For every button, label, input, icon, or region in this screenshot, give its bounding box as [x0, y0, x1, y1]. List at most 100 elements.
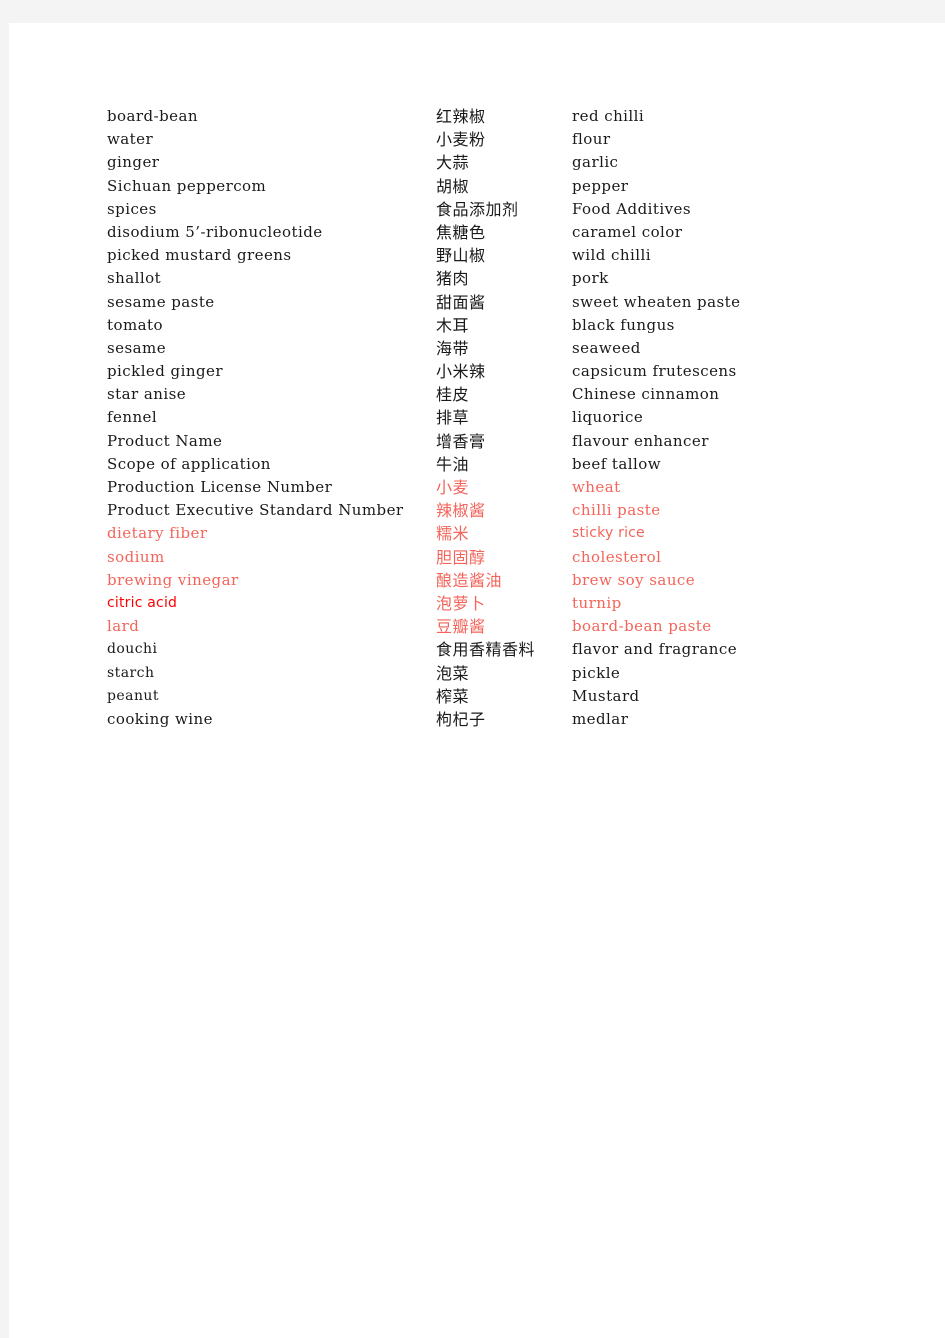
- glossary-term-english: flavour enhancer: [572, 431, 709, 450]
- glossary-row: pickled ginger 小米辣 capsicum frutescens: [98, 360, 898, 383]
- glossary-term-chinese: 小米辣: [436, 362, 486, 382]
- glossary-term-source: spices: [107, 199, 157, 218]
- glossary-term-source: Sichuan peppercom: [107, 176, 267, 195]
- glossary-row: starch 泡菜 pickle: [98, 662, 898, 685]
- glossary-term-english: seaweed: [572, 338, 641, 357]
- glossary-term-chinese: 胆固醇: [436, 547, 486, 567]
- glossary-term-english: Mustard: [572, 686, 640, 705]
- glossary-term-chinese: 枸杞子: [436, 709, 486, 729]
- glossary-term-english: capsicum frutescens: [572, 362, 737, 381]
- glossary-term-chinese: 榨菜: [436, 686, 470, 706]
- glossary-term-source: Product Executive Standard Number: [107, 501, 404, 520]
- glossary-row: Sichuan peppercom 胡椒 pepper: [98, 175, 898, 198]
- glossary-term-chinese: 甜面酱: [436, 292, 486, 312]
- glossary-term-english: garlic: [572, 153, 619, 172]
- glossary-row: disodium 5’-ribonucleotide 焦糖色 caramel col…: [98, 221, 898, 244]
- glossary-term-source: brewing vinegar: [107, 570, 239, 589]
- glossary-term-chinese: 大蒜: [436, 153, 470, 173]
- glossary-term-source: sodium: [107, 547, 165, 566]
- glossary-term-source: board-bean: [107, 107, 198, 125]
- glossary-term-english: black fungus: [572, 315, 675, 334]
- glossary-term-source: dietary fiber: [107, 524, 208, 543]
- glossary-term-english: board-bean paste: [572, 617, 712, 636]
- glossary-term-english: sticky rice: [572, 525, 645, 542]
- glossary-term-chinese: 泡萝卜: [436, 593, 486, 613]
- document-page: board-bean 红辣椒 red chilli water 小麦粉 flour ging…: [9, 23, 945, 1338]
- glossary-term-source: Production License Number: [107, 478, 333, 496]
- glossary-term-source: Product Name: [107, 431, 223, 450]
- glossary-row: cooking wine 枸杞子 medlar: [98, 708, 898, 731]
- glossary-term-source: shallot: [107, 269, 162, 288]
- glossary-row: sesame 海带 seaweed: [98, 337, 898, 360]
- glossary-row: water 小麦粉 flour: [98, 128, 898, 151]
- glossary-term-source: pickled ginger: [107, 362, 223, 381]
- glossary-term-source: sesame: [107, 338, 167, 357]
- glossary-term-chinese: 胡椒: [436, 176, 470, 196]
- glossary-term-chinese: 糯米: [436, 524, 470, 544]
- glossary-term-chinese: 红辣椒: [436, 107, 486, 126]
- glossary-term-chinese: 增香膏: [436, 431, 486, 451]
- glossary-term-source: cooking wine: [107, 709, 213, 728]
- glossary-term-chinese: 牛油: [436, 454, 470, 474]
- glossary-term-chinese: 小麦粉: [436, 130, 486, 150]
- glossary-row: douchi 食用香精香料 flavor and fragrance: [98, 638, 898, 661]
- glossary-term-chinese: 野山椒: [436, 246, 486, 266]
- glossary-term-english: medlar: [572, 709, 629, 728]
- glossary-row: dietary fiber 糯米 sticky rice: [98, 522, 898, 545]
- glossary-term-chinese: 食品添加剂: [436, 199, 519, 219]
- glossary-term-chinese: 酿造酱油: [436, 570, 503, 590]
- glossary-row: brewing vinegar 酿造酱油 brew soy sauce: [98, 569, 898, 592]
- glossary-term-source: disodium 5’-ribonucleotide: [107, 222, 323, 241]
- glossary-term-source: peanut: [107, 687, 159, 704]
- glossary-term-english: wheat: [572, 478, 621, 496]
- glossary-term-english: brew soy sauce: [572, 570, 696, 589]
- glossary-term-chinese: 小麦: [436, 478, 470, 497]
- glossary-term-english: caramel color: [572, 222, 683, 241]
- glossary-term-english: wild chilli: [572, 246, 652, 265]
- glossary-row: sesame paste 甜面酱 sweet wheaten paste: [98, 291, 898, 314]
- glossary-row: Product Executive Standard Number 辣椒酱 chil…: [98, 499, 898, 522]
- glossary-term-english: red chilli: [572, 107, 645, 125]
- glossary-row: ginger 大蒜 garlic: [98, 151, 898, 174]
- glossary-row: picked mustard greens 野山椒 wild chilli: [98, 244, 898, 267]
- glossary-term-chinese: 辣椒酱: [436, 501, 486, 521]
- glossary-term-english: turnip: [572, 593, 622, 612]
- glossary-term-source: lard: [107, 617, 140, 636]
- glossary-row: lard 豆瓣酱 board-bean paste: [98, 615, 898, 638]
- glossary-term-english: Chinese cinnamon: [572, 385, 720, 404]
- glossary-term-source: starch: [107, 664, 155, 681]
- glossary-term-english: flour: [572, 130, 611, 149]
- glossary-row: Production License Number 小麦 wheat: [98, 476, 898, 499]
- glossary-term-chinese: 海带: [436, 338, 470, 358]
- glossary-term-english: beef tallow: [572, 454, 662, 473]
- glossary-term-source: Scope of application: [107, 454, 271, 473]
- glossary-term-source: picked mustard greens: [107, 246, 292, 265]
- glossary-term-chinese: 焦糖色: [436, 222, 486, 242]
- glossary-term-source: water: [107, 130, 154, 149]
- glossary-term-english: Food Additives: [572, 199, 692, 218]
- glossary-term-english: chilli paste: [572, 501, 661, 520]
- glossary-row: citric acid 泡萝卜 turnip: [98, 592, 898, 615]
- glossary-term-source: sesame paste: [107, 292, 215, 311]
- glossary-term-chinese: 猪肉: [436, 269, 470, 289]
- glossary-row: fennel 排草 liquorice: [98, 406, 898, 429]
- glossary-term-chinese: 泡菜: [436, 663, 470, 683]
- glossary-term-source: fennel: [107, 408, 158, 427]
- glossary-term-chinese: 木耳: [436, 315, 470, 335]
- glossary-term-chinese: 豆瓣酱: [436, 617, 486, 637]
- glossary-term-source: douchi: [107, 641, 158, 658]
- glossary-term-english: liquorice: [572, 408, 644, 427]
- glossary-term-english: pork: [572, 269, 609, 288]
- glossary-table: board-bean 红辣椒 red chilli water 小麦粉 flour ging…: [98, 105, 898, 731]
- glossary-row: board-bean 红辣椒 red chilli: [98, 105, 898, 128]
- glossary-term-english: flavor and fragrance: [572, 640, 738, 659]
- glossary-term-english: pepper: [572, 176, 629, 195]
- glossary-term-english: cholesterol: [572, 547, 662, 566]
- glossary-term-source: star anise: [107, 385, 187, 404]
- glossary-row: Scope of application 牛油 beef tallow: [98, 453, 898, 476]
- glossary-term-chinese: 排草: [436, 408, 470, 428]
- glossary-row: tomato 木耳 black fungus: [98, 314, 898, 337]
- glossary-row: Product Name 增香膏 flavour enhancer: [98, 430, 898, 453]
- glossary-row: sodium 胆固醇 cholesterol: [98, 546, 898, 569]
- glossary-row: spices 食品添加剂 Food Additives: [98, 198, 898, 221]
